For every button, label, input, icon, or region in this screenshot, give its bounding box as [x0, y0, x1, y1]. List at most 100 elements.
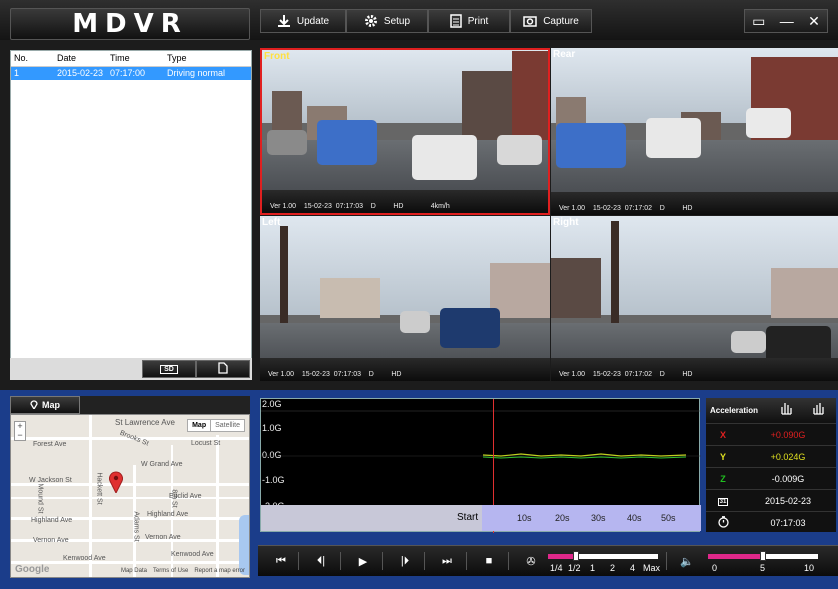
accel-row-date: 31 2015-02-23	[706, 489, 836, 511]
accel-row-x: X +0.090G	[706, 423, 836, 445]
column-header-type[interactable]: Type	[164, 51, 250, 66]
speed-slider-knob[interactable]	[573, 551, 579, 561]
speed-label: Max	[643, 563, 661, 573]
map-data-link[interactable]: Map Data	[121, 568, 147, 574]
accel-time: 07:17:03	[770, 517, 806, 528]
acceleration-panel: Acceleration X +0.090G Y +0.024G Z -0.00…	[706, 398, 836, 532]
acceleration-header: Acceleration	[706, 398, 836, 422]
next-frame-icon: |⏵	[400, 554, 410, 567]
restore-icon[interactable]: ▭	[752, 13, 765, 30]
accel-value-y: +0.024G	[770, 451, 806, 462]
open-file-button[interactable]	[196, 360, 250, 378]
video-left[interactable]: Left Ver 1.00 15-02-23 07:17:03 D HD	[260, 216, 550, 381]
column-header-date[interactable]: Date	[54, 51, 107, 66]
volume-slider-knob[interactable]	[760, 551, 766, 561]
volume-button[interactable]: 🔈	[676, 552, 698, 570]
capture-button[interactable]: Capture	[510, 9, 592, 33]
accel-row-z: Z -0.009G	[706, 467, 836, 489]
print-button[interactable]: Print	[428, 9, 510, 33]
previous-frame-button[interactable]: ⏴|	[310, 552, 332, 570]
play-icon: ▶	[358, 555, 368, 568]
update-button[interactable]: Update	[260, 9, 346, 33]
file-icon	[218, 362, 228, 376]
timeline-start-label: Start	[457, 512, 479, 523]
street-label: W Grand Ave	[141, 461, 183, 468]
cell-no: 1	[14, 68, 20, 78]
street-label: Kenwood Ave	[171, 551, 214, 558]
close-icon[interactable]: ✕	[808, 13, 820, 30]
list-header: No. Date Time Type	[11, 51, 251, 67]
location-marker-icon[interactable]	[109, 471, 123, 498]
zoom-control: + −	[14, 421, 26, 441]
skip-to-start-button[interactable]: ⏮	[270, 552, 292, 570]
column-header-no[interactable]: No.	[11, 51, 54, 66]
map-tab-bar	[80, 396, 250, 415]
gear-icon	[364, 14, 378, 28]
minimize-icon[interactable]: —	[780, 13, 794, 29]
capture-label: Capture	[543, 15, 579, 27]
terms-link[interactable]: Terms of Use	[153, 568, 188, 574]
street-label: Adams St	[132, 511, 140, 542]
video-osd-left: Ver 1.00 15-02-23 07:17:03 D HD	[268, 371, 402, 378]
timeline-label: 10s	[517, 513, 532, 523]
speed-slider[interactable]	[548, 551, 658, 561]
play-button[interactable]: ▶	[352, 552, 374, 570]
speed-button[interactable]: ✇	[520, 552, 542, 570]
accel-row-y: Y +0.024G	[706, 445, 836, 467]
report-error-link[interactable]: Report a map error	[194, 568, 245, 574]
stop-icon: ■	[485, 555, 493, 567]
window-controls: ▭ — ✕	[744, 9, 828, 33]
volume-slider-fill	[708, 554, 763, 559]
video-label-front: Front	[264, 51, 290, 62]
video-label-left: Left	[262, 217, 281, 228]
column-header-time[interactable]: Time	[107, 51, 164, 66]
next-frame-button[interactable]: |⏵	[394, 552, 416, 570]
map-pin-icon	[30, 399, 38, 411]
hand-right-icon[interactable]	[803, 401, 836, 420]
hand-left-icon[interactable]	[769, 401, 802, 420]
stop-button[interactable]: ■	[478, 552, 500, 570]
timeline-label: 20s	[555, 513, 570, 523]
map-tab[interactable]: Map	[10, 396, 80, 414]
video-osd-rear: Ver 1.00 15-02-23 07:17:02 D HD	[559, 205, 693, 212]
zoom-out-button[interactable]: −	[15, 431, 25, 440]
calendar-icon: 31	[717, 498, 729, 506]
video-front[interactable]: Front Ver 1.00 15-02-23 07:17:03 D HD 4k…	[260, 48, 550, 215]
cell-time: 07:17:00	[110, 68, 146, 78]
cell-type: Driving normal	[167, 68, 226, 78]
volume-slider[interactable]	[708, 551, 818, 561]
map-type-map-button[interactable]: Map	[188, 420, 210, 431]
video-osd-front: Ver 1.00 15-02-23 07:17:03 D HD 4km/h	[270, 203, 450, 210]
street-label: Vernon Ave	[33, 537, 69, 544]
video-osd-right: Ver 1.00 15-02-23 07:17:02 D HD	[559, 371, 693, 378]
video-rear[interactable]: Rear Ver 1.00 15-02-23 07:17:02 D HD	[551, 48, 838, 215]
accel-row-time: 07:17:03	[706, 511, 836, 533]
video-right[interactable]: Right Ver 1.00 15-02-23 07:17:02 D HD	[551, 216, 838, 381]
street-label: Highland Ave	[147, 511, 189, 518]
app-logo: MDVR	[10, 8, 250, 40]
map-view[interactable]: St Lawrence Ave Forest Ave Brooks St Loc…	[10, 414, 250, 578]
street-label: Mound St	[36, 483, 44, 514]
previous-frame-icon: ⏴|	[316, 554, 326, 567]
skip-to-end-icon: ⏭	[442, 554, 452, 567]
cell-date: 2015-02-23	[57, 68, 104, 78]
sd-card-button[interactable]: SD	[142, 360, 196, 378]
setup-label: Setup	[383, 15, 411, 27]
street-label: 8th St	[170, 489, 178, 508]
list-row[interactable]: 1 2015-02-23 07:17:00 Driving normal	[11, 67, 251, 80]
film-reel-icon: ✇	[526, 555, 536, 568]
skip-to-end-button[interactable]: ⏭	[436, 552, 458, 570]
camera-icon	[523, 15, 537, 27]
setup-button[interactable]: Setup	[346, 9, 428, 33]
map-type-satellite-button[interactable]: Satellite	[210, 420, 244, 431]
volume-label: 10	[804, 563, 815, 573]
video-label-right: Right	[553, 217, 579, 228]
graph-series-z	[482, 456, 687, 459]
timeline-bar[interactable]: Start 10s 20s 30s 40s 50s	[261, 505, 701, 531]
street-label: Highland Ave	[31, 517, 73, 524]
speed-label: 4	[630, 563, 636, 573]
accel-value-x: +0.090G	[770, 429, 806, 440]
video-label-rear: Rear	[553, 49, 576, 60]
print-label: Print	[467, 15, 489, 27]
sd-card-icon: SD	[160, 364, 178, 374]
